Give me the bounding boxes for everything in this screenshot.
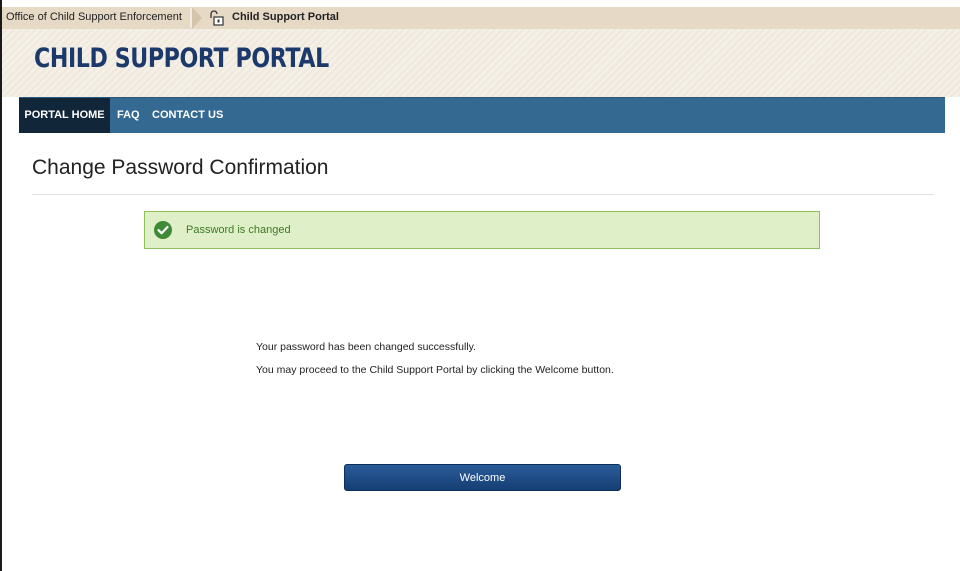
nav-portal-home[interactable]: PORTAL HOME: [19, 98, 110, 133]
page-title: Change Password Confirmation: [32, 156, 329, 179]
main-nav: PORTAL HOME FAQ CONTACT US: [19, 97, 945, 133]
breadcrumb-separator-arrow: [192, 7, 202, 29]
welcome-button[interactable]: Welcome: [344, 464, 621, 491]
check-circle-icon: [154, 221, 172, 239]
site-logo[interactable]: CHILD SUPPORT PORTAL: [34, 43, 329, 74]
breadcrumb: Office of Child Support Enforcement Chil…: [2, 7, 960, 29]
alert-message: Password is changed: [186, 224, 291, 236]
instruction-message: You may proceed to the Child Support Por…: [256, 364, 614, 376]
unlock-icon: [208, 10, 226, 26]
breadcrumb-current: Child Support Portal: [232, 11, 339, 23]
breadcrumb-parent-link[interactable]: Office of Child Support Enforcement: [6, 11, 182, 23]
title-divider: [32, 194, 934, 195]
site-header: CHILD SUPPORT PORTAL: [2, 29, 960, 97]
success-alert: Password is changed: [144, 211, 820, 249]
nav-contact-us[interactable]: CONTACT US: [152, 98, 223, 133]
success-message: Your password has been changed successfu…: [256, 341, 477, 353]
nav-faq[interactable]: FAQ: [117, 98, 140, 133]
